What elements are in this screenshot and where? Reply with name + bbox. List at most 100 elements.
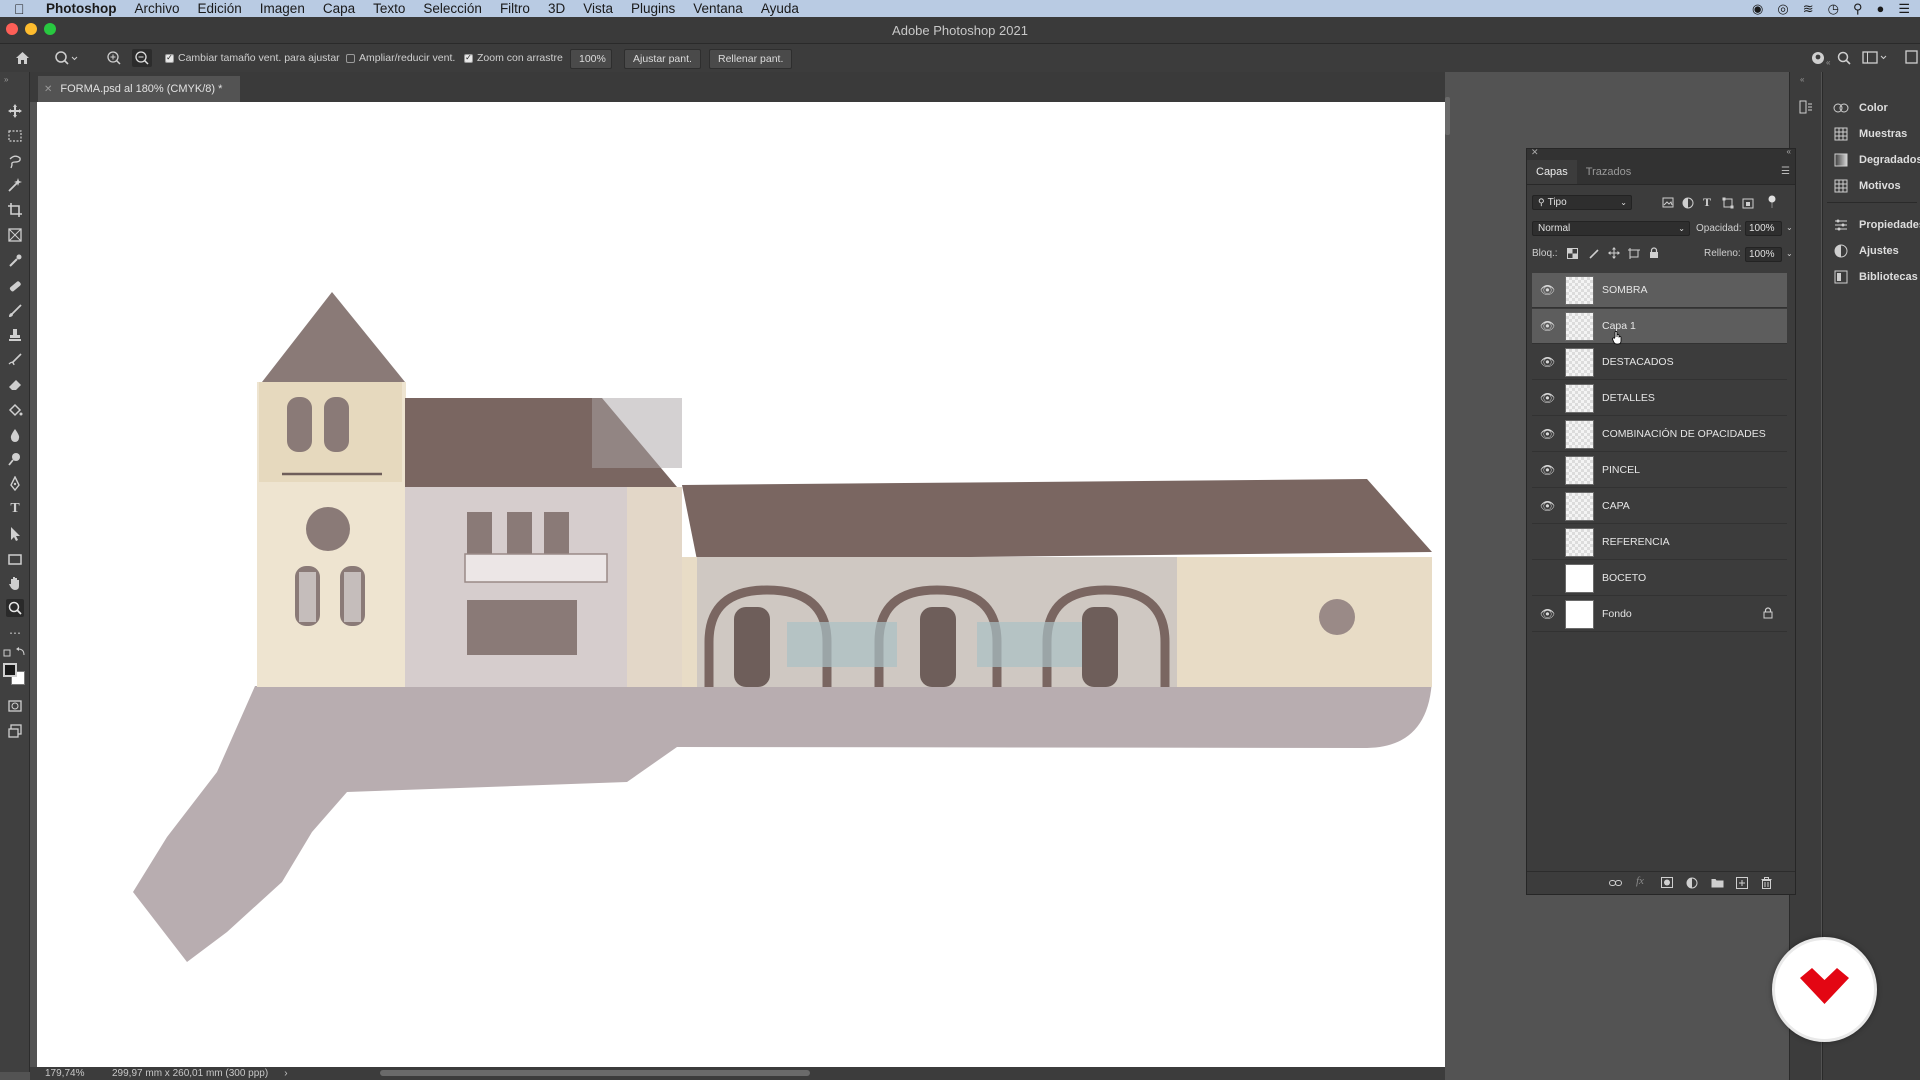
marquee-tool-icon[interactable]	[6, 127, 24, 145]
layer-row-destacados[interactable]: 👁 DESTACADOS	[1532, 345, 1787, 380]
layer-filter-kind[interactable]: ⚲ Tipo ⌄	[1532, 195, 1632, 210]
vertical-scrollbar[interactable]	[1445, 97, 1450, 135]
document-tab[interactable]: ✕ FORMA.psd al 180% (CMYK/8) *	[38, 76, 240, 102]
opacity-chevron-icon[interactable]: ⌄	[1786, 223, 1793, 232]
healing-brush-tool-icon[interactable]	[6, 277, 24, 295]
panel-menu-icon[interactable]: ☰	[1781, 166, 1790, 177]
history-panel-icon[interactable]	[1798, 99, 1814, 120]
add-mask-icon[interactable]	[1661, 877, 1673, 888]
status-zoom[interactable]: 179,74%	[30, 1068, 88, 1079]
share-icon[interactable]	[1810, 50, 1826, 66]
menu-3d[interactable]: 3D	[539, 1, 574, 16]
layer-visibility-eye-icon[interactable]: 👁	[1540, 607, 1555, 621]
new-adjustment-layer-icon[interactable]	[1686, 877, 1698, 889]
time-machine-icon[interactable]: ◷	[1828, 1, 1839, 17]
eraser-tool-icon[interactable]	[6, 376, 24, 394]
zoom-tool-preset-icon[interactable]	[54, 50, 78, 66]
status-doc-info[interactable]: 299,97 mm x 260,01 mm (300 ppp)	[112, 1068, 268, 1079]
screen-mode-icon[interactable]	[6, 722, 24, 740]
zoom-tool-icon[interactable]	[6, 599, 24, 617]
layer-row-capa[interactable]: 👁 CAPA	[1532, 489, 1787, 524]
close-document-icon[interactable]: ✕	[44, 84, 52, 95]
siri-icon[interactable]: ●	[1876, 1, 1884, 16]
close-panel-icon[interactable]: ✕	[1531, 147, 1539, 158]
link-layers-icon[interactable]	[1609, 877, 1622, 889]
layer-row-referencia[interactable]: □ REFERENCIA	[1532, 525, 1787, 560]
crop-tool-icon[interactable]	[6, 201, 24, 219]
menu-app-name[interactable]: Photoshop	[36, 1, 126, 16]
layer-visibility-eye-icon[interactable]: 👁	[1540, 283, 1555, 297]
color-swatches[interactable]	[3, 663, 27, 687]
layer-style-fx-icon[interactable]: fx	[1636, 875, 1644, 887]
layer-lock-icon[interactable]	[1763, 607, 1773, 622]
fit-screen-button[interactable]: Ajustar pant.	[624, 49, 701, 69]
spotlight-icon[interactable]: ⚲	[1853, 1, 1863, 17]
resize-windows-option[interactable]: ✓ Cambiar tamaño vent. para ajustar	[165, 52, 340, 64]
menu-texto[interactable]: Texto	[364, 1, 414, 16]
filter-shape-icon[interactable]	[1722, 197, 1734, 209]
zoom-all-windows-option[interactable]: Ampliar/reducir vent.	[346, 52, 455, 64]
filter-type-icon[interactable]: T	[1703, 195, 1711, 210]
foreground-color-swatch[interactable]	[3, 663, 17, 677]
dock-gradients[interactable]: Degradados	[1833, 150, 1920, 170]
layer-row-boceto[interactable]: □ BOCETO	[1532, 561, 1787, 596]
rectangle-tool-icon[interactable]	[6, 550, 24, 568]
dock-libraries[interactable]: Bibliotecas	[1833, 267, 1918, 287]
control-center-icon[interactable]: ☰	[1898, 1, 1910, 17]
new-layer-icon[interactable]	[1736, 877, 1748, 889]
scrubby-zoom-checkbox[interactable]: ✓	[464, 53, 473, 63]
record-icon[interactable]: ◉	[1752, 1, 1763, 17]
layer-visibility-eye-icon[interactable]: 👁	[1540, 391, 1555, 405]
blur-tool-icon[interactable]	[6, 426, 24, 444]
dock-properties[interactable]: Propiedades	[1833, 215, 1920, 235]
menu-imagen[interactable]: Imagen	[251, 1, 314, 16]
pen-tool-icon[interactable]	[6, 475, 24, 493]
paint-bucket-tool-icon[interactable]	[6, 401, 24, 419]
layer-visibility-eye-icon[interactable]: 👁	[1540, 319, 1555, 333]
home-icon[interactable]	[14, 50, 30, 66]
magic-wand-tool-icon[interactable]	[6, 176, 24, 194]
opacity-field[interactable]: 100%	[1745, 221, 1782, 236]
path-selection-tool-icon[interactable]	[6, 525, 24, 543]
collapse-dock-icon[interactable]: «	[1826, 58, 1830, 67]
zoom-in-icon[interactable]	[106, 50, 122, 66]
brush-tool-icon[interactable]	[6, 302, 24, 320]
horizontal-scrollbar[interactable]	[380, 1070, 810, 1076]
layer-row-pincel[interactable]: 👁 PINCEL	[1532, 453, 1787, 488]
dock-swatches[interactable]: Muestras	[1833, 124, 1907, 144]
type-tool-icon[interactable]: T	[6, 500, 24, 518]
lock-pixels-icon[interactable]	[1588, 248, 1599, 259]
collapse-strip-icon[interactable]: «	[1800, 75, 1804, 84]
panel-view-icon[interactable]	[1904, 49, 1918, 65]
zoom-out-icon[interactable]	[132, 49, 152, 67]
workspace-icon[interactable]	[1862, 50, 1888, 66]
fill-field[interactable]: 100%	[1745, 247, 1782, 262]
layer-visibility-eye-icon[interactable]: 👁	[1540, 355, 1555, 369]
layer-row-capa-1[interactable]: 👁 Capa 1	[1532, 309, 1787, 345]
search-icon[interactable]	[1836, 50, 1852, 66]
frame-tool-icon[interactable]	[6, 226, 24, 244]
eyedropper-tool-icon[interactable]	[6, 252, 24, 270]
clone-stamp-tool-icon[interactable]	[6, 326, 24, 344]
layer-visibility-toggle[interactable]: □	[1540, 535, 1554, 549]
menu-ayuda[interactable]: Ayuda	[752, 1, 808, 16]
lasso-tool-icon[interactable]	[6, 152, 24, 170]
layer-visibility-eye-icon[interactable]: 👁	[1540, 499, 1555, 513]
zoom-all-windows-checkbox[interactable]	[346, 53, 355, 63]
creative-cloud-icon[interactable]: ◎	[1777, 1, 1788, 17]
menu-seleccion[interactable]: Selección	[414, 1, 491, 16]
new-group-icon[interactable]	[1711, 877, 1724, 888]
tab-capas[interactable]: Capas	[1527, 160, 1577, 184]
collapse-toolbar-icon[interactable]: »	[4, 75, 8, 84]
layers-panel-header[interactable]: ✕ «	[1527, 147, 1795, 159]
move-tool-icon[interactable]	[6, 102, 24, 120]
resize-windows-checkbox[interactable]: ✓	[165, 53, 174, 63]
fill-chevron-icon[interactable]: ⌄	[1786, 249, 1793, 258]
hand-tool-icon[interactable]	[6, 574, 24, 592]
lock-artboard-icon[interactable]	[1628, 248, 1640, 259]
fill-screen-button[interactable]: Rellenar pant.	[709, 49, 793, 69]
menu-archivo[interactable]: Archivo	[126, 1, 189, 16]
layer-visibility-eye-icon[interactable]: 👁	[1540, 463, 1555, 477]
more-tools-icon[interactable]: ⋯	[6, 624, 24, 642]
filter-toggle-switch[interactable]	[1767, 195, 1777, 209]
